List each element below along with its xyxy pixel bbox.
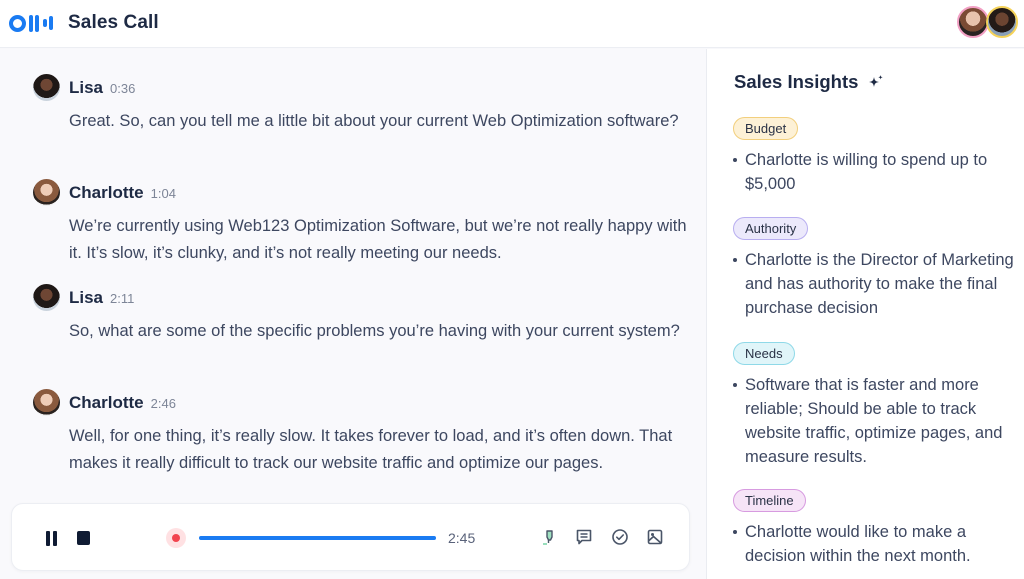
insight-bullet: Charlotte is willing to spend up to $5,0… bbox=[733, 148, 1018, 196]
insights-title: Sales Insights bbox=[734, 71, 884, 93]
pause-icon bbox=[46, 531, 50, 546]
action-item-button[interactable] bbox=[609, 526, 631, 548]
speaker-avatar bbox=[33, 74, 60, 101]
participant-avatar-charlotte[interactable] bbox=[957, 6, 989, 38]
speaker-avatar bbox=[33, 284, 60, 311]
add-image-button[interactable] bbox=[644, 526, 666, 548]
speaker-name[interactable]: Charlotte bbox=[69, 183, 144, 202]
timestamp[interactable]: 2:11 bbox=[110, 291, 134, 306]
transcript-text: Well, for one thing, it’s really slow. I… bbox=[69, 427, 673, 472]
pause-button[interactable] bbox=[45, 531, 59, 546]
insight-timeline: Timeline Charlotte would like to make a … bbox=[733, 489, 1018, 568]
recording-player: 2:45 bbox=[11, 503, 690, 571]
transcript-text: Great. So, can you tell me a little bit … bbox=[69, 112, 679, 130]
speaker-name[interactable]: Lisa bbox=[69, 288, 103, 307]
participants-list bbox=[957, 6, 1018, 38]
sparkle-icon bbox=[868, 75, 883, 87]
recording-progress-bar[interactable] bbox=[199, 536, 436, 540]
insight-tag-authority[interactable]: Authority bbox=[733, 217, 809, 240]
comment-icon bbox=[576, 529, 592, 545]
recording-indicator-icon bbox=[166, 528, 186, 548]
transcript-panel: Lisa 0:36 Great. So, can you tell me a li… bbox=[0, 49, 706, 579]
speaker-name[interactable]: Lisa bbox=[69, 78, 103, 97]
insight-bullet: Software that is faster and more reliabl… bbox=[733, 373, 1018, 469]
transcript-text: We’re currently using Web123 Optimizatio… bbox=[69, 217, 687, 262]
sales-insights-panel: Sales Insights Budget Charlotte is willi… bbox=[707, 49, 1024, 579]
speaker-name[interactable]: Charlotte bbox=[69, 393, 144, 412]
insight-tag-timeline[interactable]: Timeline bbox=[733, 489, 806, 512]
speaker-avatar bbox=[33, 179, 60, 206]
otter-logo-icon[interactable] bbox=[9, 13, 57, 33]
speaker-avatar bbox=[33, 389, 60, 416]
progress-fill bbox=[199, 536, 436, 540]
image-icon bbox=[647, 529, 663, 545]
insight-tag-needs[interactable]: Needs bbox=[733, 342, 795, 365]
participant-avatar-lisa[interactable] bbox=[986, 6, 1018, 38]
elapsed-time: 2:45 bbox=[448, 530, 476, 546]
highlighter-icon bbox=[543, 530, 553, 545]
page-title: Sales Call bbox=[68, 12, 159, 33]
insight-bullet: Charlotte would like to make a decision … bbox=[733, 520, 1018, 568]
timestamp[interactable]: 0:36 bbox=[110, 81, 135, 96]
transcript-text: So, what are some of the specific proble… bbox=[69, 322, 680, 340]
timestamp[interactable]: 1:04 bbox=[151, 186, 176, 201]
timestamp[interactable]: 2:46 bbox=[151, 396, 176, 411]
insight-needs: Needs Software that is faster and more r… bbox=[733, 342, 1018, 469]
insight-bullet: Charlotte is the Director of Marketing a… bbox=[733, 248, 1018, 320]
insight-tag-budget[interactable]: Budget bbox=[733, 117, 799, 140]
app-header: Sales Call bbox=[0, 0, 1024, 48]
insight-authority: Authority Charlotte is the Director of M… bbox=[733, 217, 1018, 320]
insight-budget: Budget Charlotte is willing to spend up … bbox=[733, 117, 1018, 196]
comment-button[interactable] bbox=[573, 526, 595, 548]
highlight-button[interactable] bbox=[538, 526, 560, 548]
stop-button[interactable] bbox=[77, 531, 90, 545]
check-circle-icon bbox=[612, 529, 628, 545]
